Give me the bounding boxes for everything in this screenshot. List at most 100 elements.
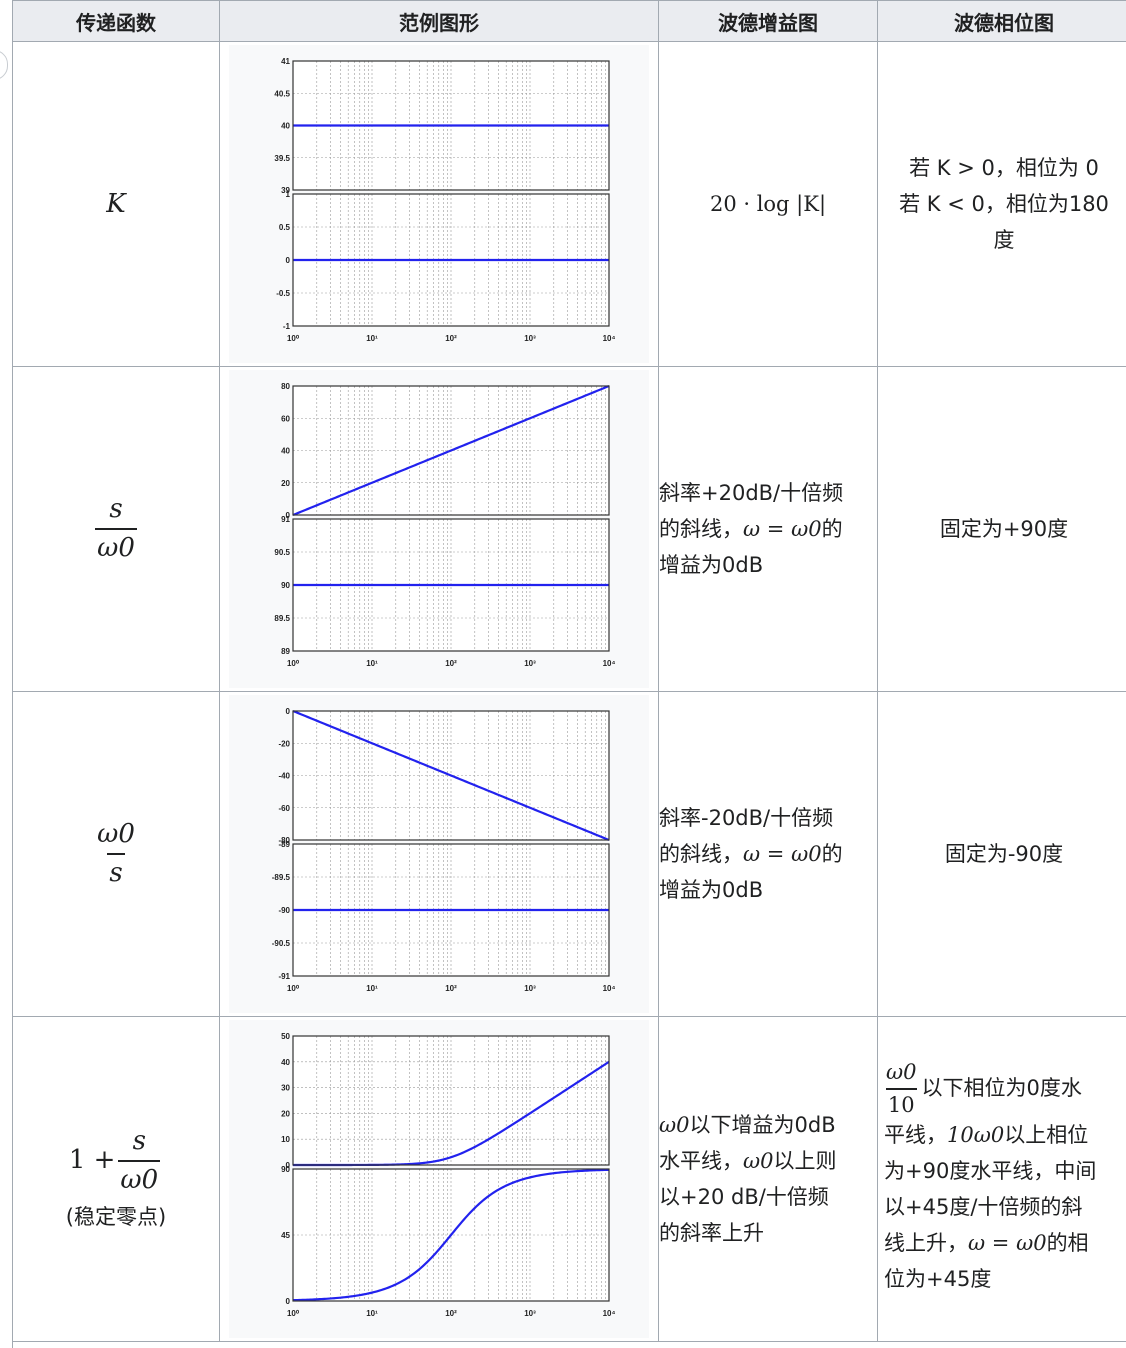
gain-math: ω = ω0: [743, 842, 822, 866]
plot-panel: 4140.54039.539: [274, 57, 610, 195]
fraction-denominator: ω0: [118, 1160, 161, 1195]
y-tick-label: 40: [281, 447, 290, 456]
phase-math: 10ω0: [947, 1123, 1005, 1148]
y-tick-label: -20: [278, 739, 290, 748]
y-tick-label: -91: [278, 972, 290, 981]
example-plot-cell: 0 -20 -40 -60 -80 -89 -89.5 -90 -90.5 -91 10⁰ 10¹ 10…: [219, 691, 659, 1017]
example-plot-cell: 50 40 30 20 10 0 90 45 0 10⁰ 10¹ 10² 10³ 10⁴: [219, 1016, 659, 1342]
phase-cell: 固定为+90度: [877, 366, 1126, 692]
gain-text: 以下增益为0dB: [689, 1113, 836, 1137]
gain-line: 斜率+20dB/十倍频: [659, 481, 844, 505]
example-plot-cell: 80 60 40 20 0 91 90.5 90 89.5 89 10⁰ 10¹ 10² 10³ 10⁴: [219, 366, 659, 692]
x-tick-label: 10¹: [366, 334, 378, 343]
transfer-function-cell: K: [12, 41, 220, 367]
phase-line: 平线，10ω0以上相位: [884, 1117, 1124, 1153]
y-tick-label: 1: [286, 190, 291, 199]
bode-plot: 50 40 30 20 10 090 45 0 10⁰ 10¹ 10² 10³ 10⁴: [229, 1020, 649, 1338]
y-tick-label: 0: [286, 1297, 291, 1306]
y-tick-label: 60: [281, 414, 290, 423]
y-tick-label: 41: [281, 57, 290, 66]
x-tick-label: 10¹: [366, 659, 378, 668]
y-tick-label: -89.5: [272, 873, 291, 882]
transfer-fraction: s ω0: [95, 495, 137, 562]
edge-handle: [0, 50, 8, 80]
plot-panel: -89 -89.5 -90 -90.5 -91: [272, 840, 610, 981]
phase-math: ω = ω0: [968, 1231, 1047, 1256]
header-example: 范例图形: [219, 0, 659, 42]
y-tick-label: 45: [281, 1231, 290, 1240]
bode-table: 传递函数 范例图形 波德增益图 波德相位图 K 41 40.5 40 39.5 39 1 0…: [12, 0, 1126, 1342]
phase-line: 以+45度/十倍频的斜: [884, 1195, 1083, 1220]
phase-cell: ω0 10 以下相位为0度水 平线，10ω0以上相位 为+90度水平线，中间 以+4…: [877, 1016, 1126, 1342]
gain-text: 的: [821, 842, 843, 866]
x-tick-label: 10⁴: [603, 1309, 616, 1318]
gain-text: 的斜线，: [659, 842, 743, 866]
gain-line: 水平线，ω0以上则: [659, 1143, 877, 1179]
next-row-edge: [12, 1340, 1126, 1348]
x-tick-label: 10⁴: [603, 659, 616, 668]
phase-line: 固定为-90度: [944, 842, 1064, 866]
table-row: ω0 s 0 -20 -40 -60 -80 -89 -89.5 -90 -90.5 -91 10⁰…: [12, 691, 1126, 1017]
gain-line: 的斜线，ω = ω0的: [659, 836, 877, 872]
fraction-denominator: 10: [885, 1088, 917, 1117]
header-phase: 波德相位图: [877, 0, 1126, 42]
gain-text: 以上则: [773, 1149, 837, 1173]
y-tick-label: 91: [281, 515, 290, 524]
x-tick-label: 10²: [445, 984, 457, 993]
phase-line: 位为+45度: [884, 1267, 992, 1292]
y-tick-label: 0: [286, 256, 291, 265]
gain-text: 水平线，: [659, 1149, 743, 1173]
gain-line: 斜率-20dB/十倍频: [659, 806, 834, 830]
fraction-numerator: s: [109, 494, 123, 525]
fraction-denominator: s: [107, 853, 125, 888]
y-tick-label: -60: [278, 804, 290, 813]
phase-cell: 固定为-90度: [877, 691, 1126, 1017]
y-tick-label: 20: [281, 479, 290, 488]
sum-lead: 1 +: [68, 1145, 116, 1175]
gain-line: 的斜线，ω = ω0的: [659, 511, 877, 547]
table-row: 1 + s ω0 (稳定零点) 50 40 30 20 10 0 90 45 0 10⁰ 10¹ 10² 1…: [12, 1016, 1126, 1342]
plot-panel: 90 45 0: [281, 1165, 610, 1306]
x-tick-label: 10²: [445, 334, 457, 343]
gain-text: 的斜线，: [659, 517, 743, 541]
transfer-note: (稳定零点): [65, 1204, 167, 1229]
transfer-symbol: K: [106, 189, 126, 219]
x-tick-label: 10⁰: [287, 1309, 300, 1318]
plot-panel: 806040200: [281, 382, 610, 520]
phase-cell: 若 K > 0，相位为 0 若 K < 0，相位为180 度: [877, 41, 1126, 367]
plot-panel: 50403020100: [281, 1032, 610, 1170]
y-tick-label: 40: [281, 1058, 290, 1067]
x-tick-label: 10⁰: [287, 984, 300, 993]
phase-line: ω0 10 以下相位为0度水: [884, 1060, 1124, 1117]
y-tick-label: 30: [281, 1084, 290, 1093]
gain-cell: ω0以下增益为0dB 水平线，ω0以上则 以+20 dB/十倍频 的斜率上升: [658, 1016, 878, 1342]
header-transfer: 传递函数: [12, 0, 220, 42]
y-tick-label: 90.5: [274, 548, 290, 557]
y-tick-label: 50: [281, 1032, 290, 1041]
table-row: K 41 40.5 40 39.5 39 1 0.5 0 -0.5 -1 10⁰ 10¹ 10² 10³ 1…: [12, 41, 1126, 367]
gain-cell: 20 · log |K|: [658, 41, 878, 367]
x-tick-label: 10³: [524, 659, 536, 668]
example-plot-cell: 41 40.5 40 39.5 39 1 0.5 0 -0.5 -1 10⁰ 10¹ 10² 10³ 10⁴: [219, 41, 659, 367]
gain-formula: 20 · log |K|: [709, 192, 827, 216]
y-tick-label: -90.5: [272, 939, 291, 948]
x-tick-label: 10⁴: [603, 984, 616, 993]
x-tick-label: 10³: [524, 334, 536, 343]
gain-math: ω0: [659, 1113, 690, 1137]
gain-text: 的: [821, 517, 843, 541]
y-tick-label: 90: [281, 581, 290, 590]
x-tick-label: 10⁰: [287, 659, 300, 668]
header-row: 传递函数 范例图形 波德增益图 波德相位图: [12, 0, 1126, 42]
bode-plot: 0-20-40-60-80-89-89.5-90-90.5-9110⁰ 10¹ 10…: [229, 695, 649, 1013]
y-tick-label: 40: [281, 122, 290, 131]
plot-panel: 91 90.5 90 89.5 89: [274, 515, 610, 656]
phase-line: 若 K > 0，相位为 0: [909, 156, 1099, 180]
x-tick-label: 10²: [445, 659, 457, 668]
y-tick-label: 10: [281, 1135, 290, 1144]
fraction-numerator: ω0: [97, 819, 135, 850]
phase-text: 以下相位为0度水: [921, 1076, 1082, 1100]
y-tick-label: -1: [283, 322, 291, 331]
gain-line: ω0以下增益为0dB: [659, 1107, 877, 1143]
header-gain: 波德增益图: [658, 0, 878, 42]
y-tick-label: 90: [281, 1165, 290, 1174]
